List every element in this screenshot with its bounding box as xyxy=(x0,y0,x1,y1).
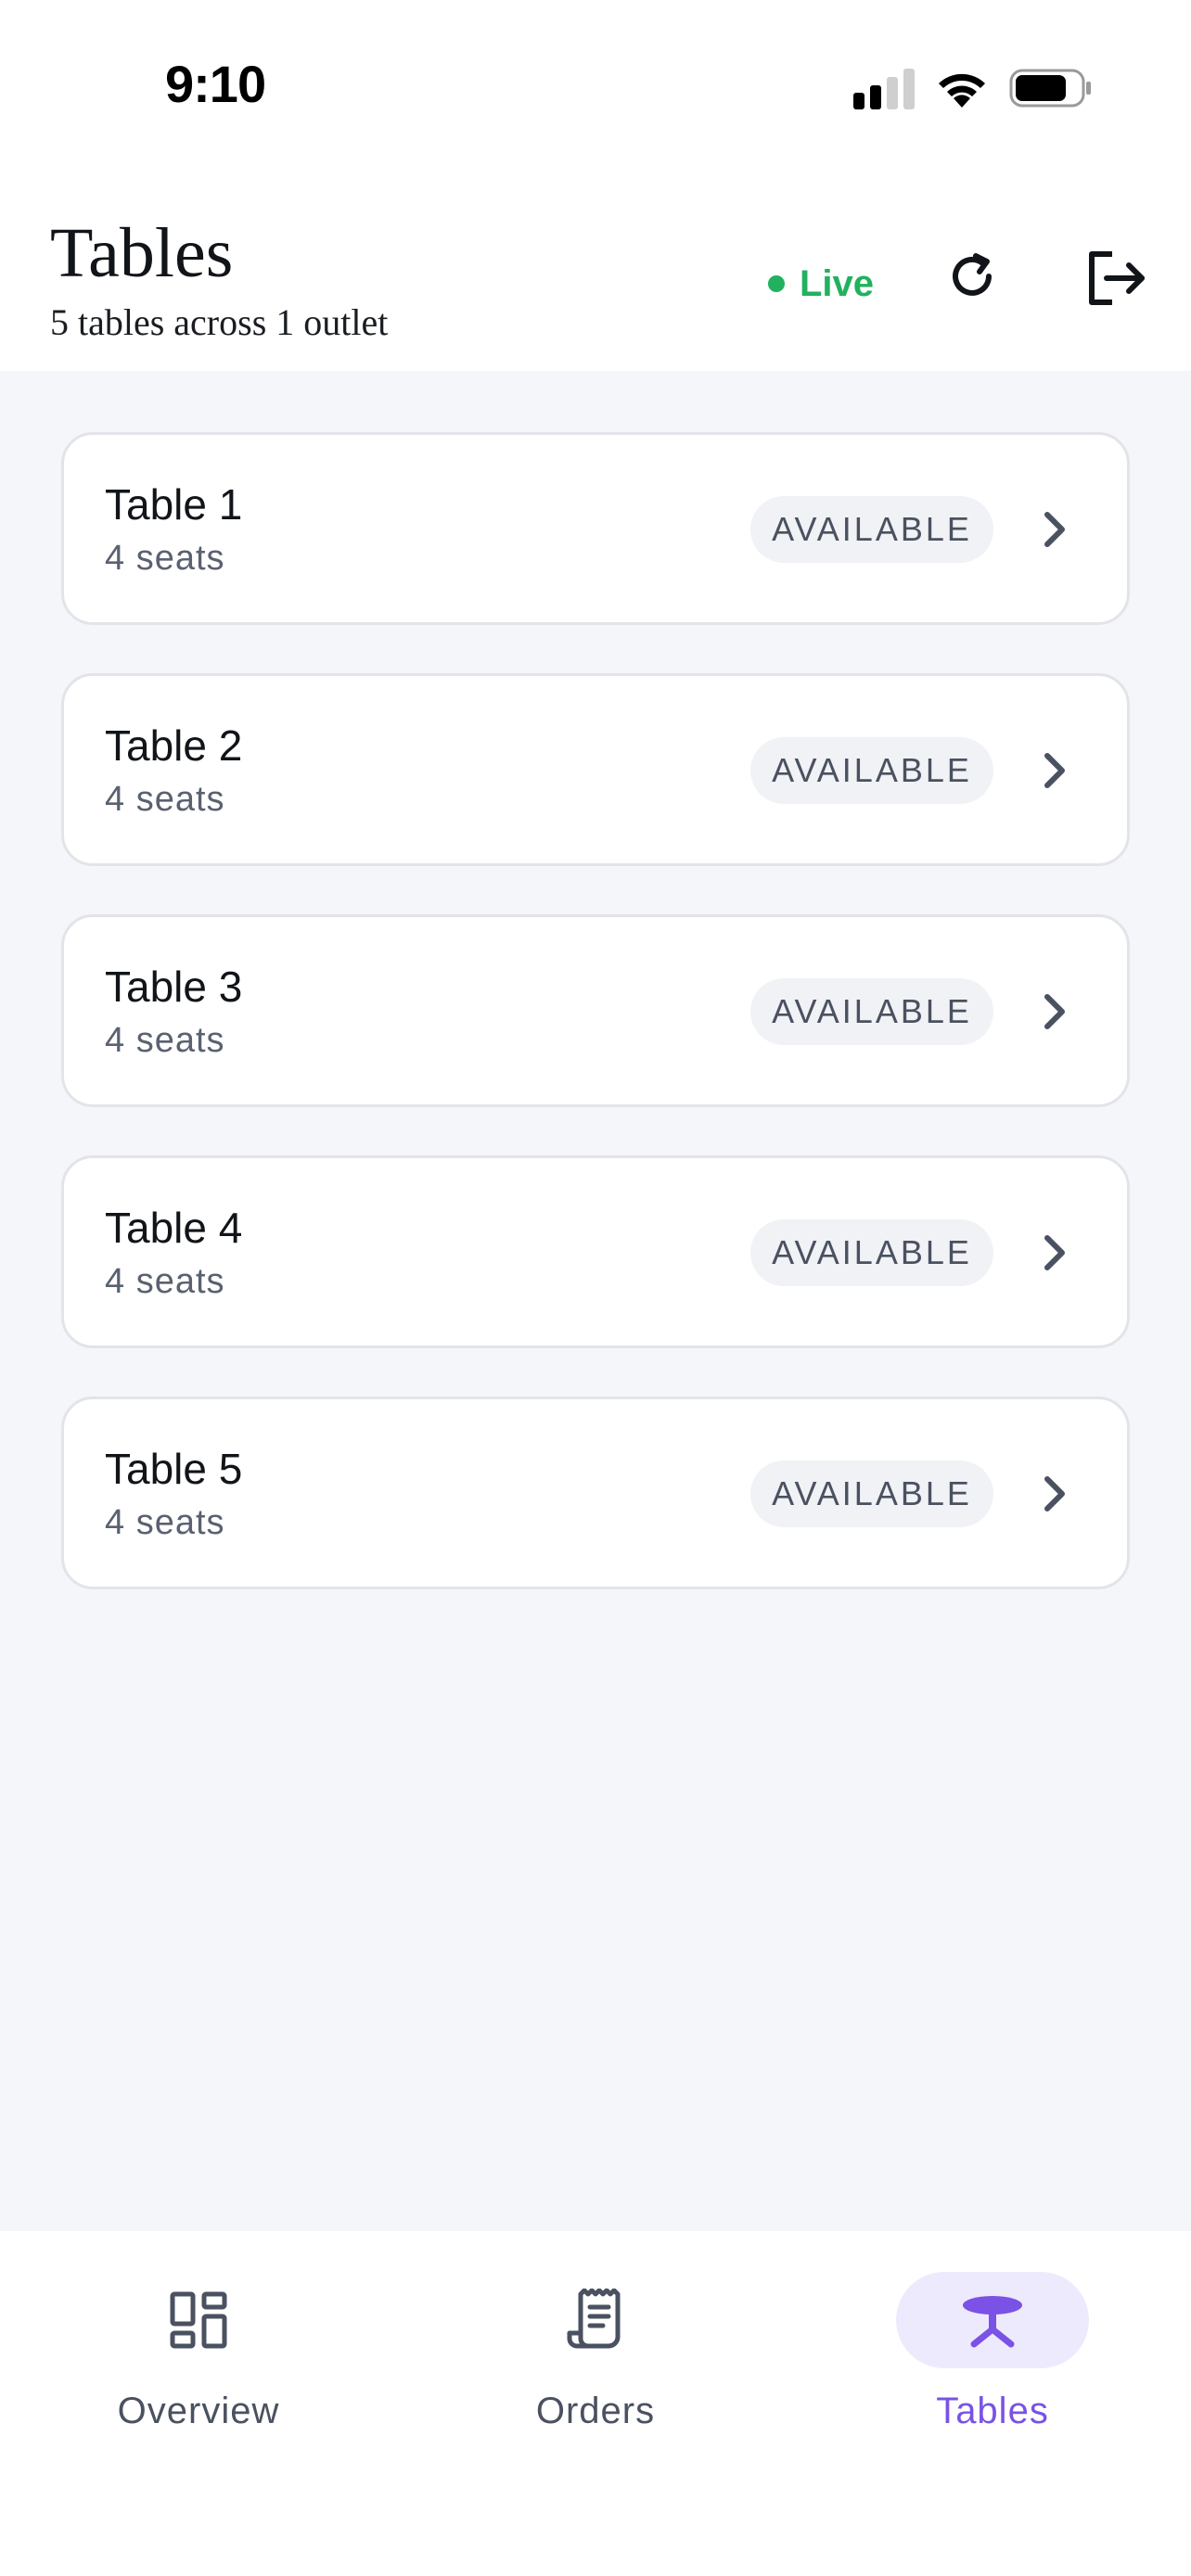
table-name: Table 5 xyxy=(105,1445,243,1493)
status-bar: 9:10 xyxy=(0,0,1191,176)
table-seats: 4 seats xyxy=(105,1503,225,1542)
table-name: Table 1 xyxy=(105,480,243,529)
status-badge: AVAILABLE xyxy=(750,496,993,563)
table-name: Table 2 xyxy=(105,721,243,770)
nav-item-orders[interactable]: Orders xyxy=(456,2272,735,2457)
live-dot-icon xyxy=(768,275,785,292)
table-card[interactable]: Table 1 4 seats AVAILABLE xyxy=(61,432,1130,625)
chevron-right-icon xyxy=(1044,1235,1065,1270)
receipt-icon xyxy=(567,2289,621,2349)
status-badge: AVAILABLE xyxy=(750,978,993,1045)
table-card[interactable]: Table 5 4 seats AVAILABLE xyxy=(61,1396,1130,1589)
screen: 9:10 Tables 5 tables across 1 outlet Liv… xyxy=(0,0,1191,2576)
refresh-icon xyxy=(953,253,992,296)
chevron-right-icon xyxy=(1044,1476,1065,1511)
status-badge: AVAILABLE xyxy=(750,1460,993,1527)
nav-icon-container xyxy=(102,2272,295,2368)
table-card[interactable]: Table 3 4 seats AVAILABLE xyxy=(61,914,1130,1107)
table-name: Table 4 xyxy=(105,1204,243,1252)
page-title: Tables xyxy=(50,214,234,292)
logout-icon xyxy=(1089,251,1145,305)
chevron-right-icon xyxy=(1044,753,1065,788)
refresh-button[interactable] xyxy=(942,247,1002,306)
nav-icon-container xyxy=(499,2272,692,2368)
table-card[interactable]: Table 2 4 seats AVAILABLE xyxy=(61,673,1130,866)
page-header: Tables 5 tables across 1 outlet Live xyxy=(0,176,1191,371)
status-badge: AVAILABLE xyxy=(750,737,993,804)
table-card[interactable]: Table 4 4 seats AVAILABLE xyxy=(61,1155,1130,1348)
chevron-right-icon xyxy=(1044,512,1065,547)
status-time: 9:10 xyxy=(165,55,266,113)
chevron-right-icon xyxy=(1044,994,1065,1029)
dashboard-grid-icon xyxy=(170,2291,227,2349)
battery-icon xyxy=(1009,69,1091,108)
bottom-nav: Overview Orders Tables xyxy=(0,2231,1191,2576)
table-name: Table 3 xyxy=(105,963,243,1011)
table-seats: 4 seats xyxy=(105,539,225,578)
live-indicator: Live xyxy=(768,258,874,310)
live-label: Live xyxy=(800,262,875,304)
nav-icon-container xyxy=(896,2272,1089,2368)
status-badge: AVAILABLE xyxy=(750,1219,993,1286)
logout-button[interactable] xyxy=(1083,247,1150,310)
table-icon xyxy=(963,2296,1022,2348)
table-seats: 4 seats xyxy=(105,1262,225,1301)
wifi-icon xyxy=(939,73,985,108)
nav-item-tables[interactable]: Tables xyxy=(853,2272,1132,2457)
cellular-signal-icon xyxy=(853,69,915,109)
nav-item-overview[interactable]: Overview xyxy=(59,2272,338,2457)
table-seats: 4 seats xyxy=(105,1021,225,1060)
nav-label-tables: Tables xyxy=(936,2391,1049,2431)
table-seats: 4 seats xyxy=(105,780,225,819)
nav-label-overview: Overview xyxy=(117,2391,280,2431)
table-list: Table 1 4 seats AVAILABLE Table 2 4 seat… xyxy=(61,432,1130,1638)
nav-label-orders: Orders xyxy=(535,2391,656,2431)
page-subtitle: 5 tables across 1 outlet xyxy=(50,301,389,343)
